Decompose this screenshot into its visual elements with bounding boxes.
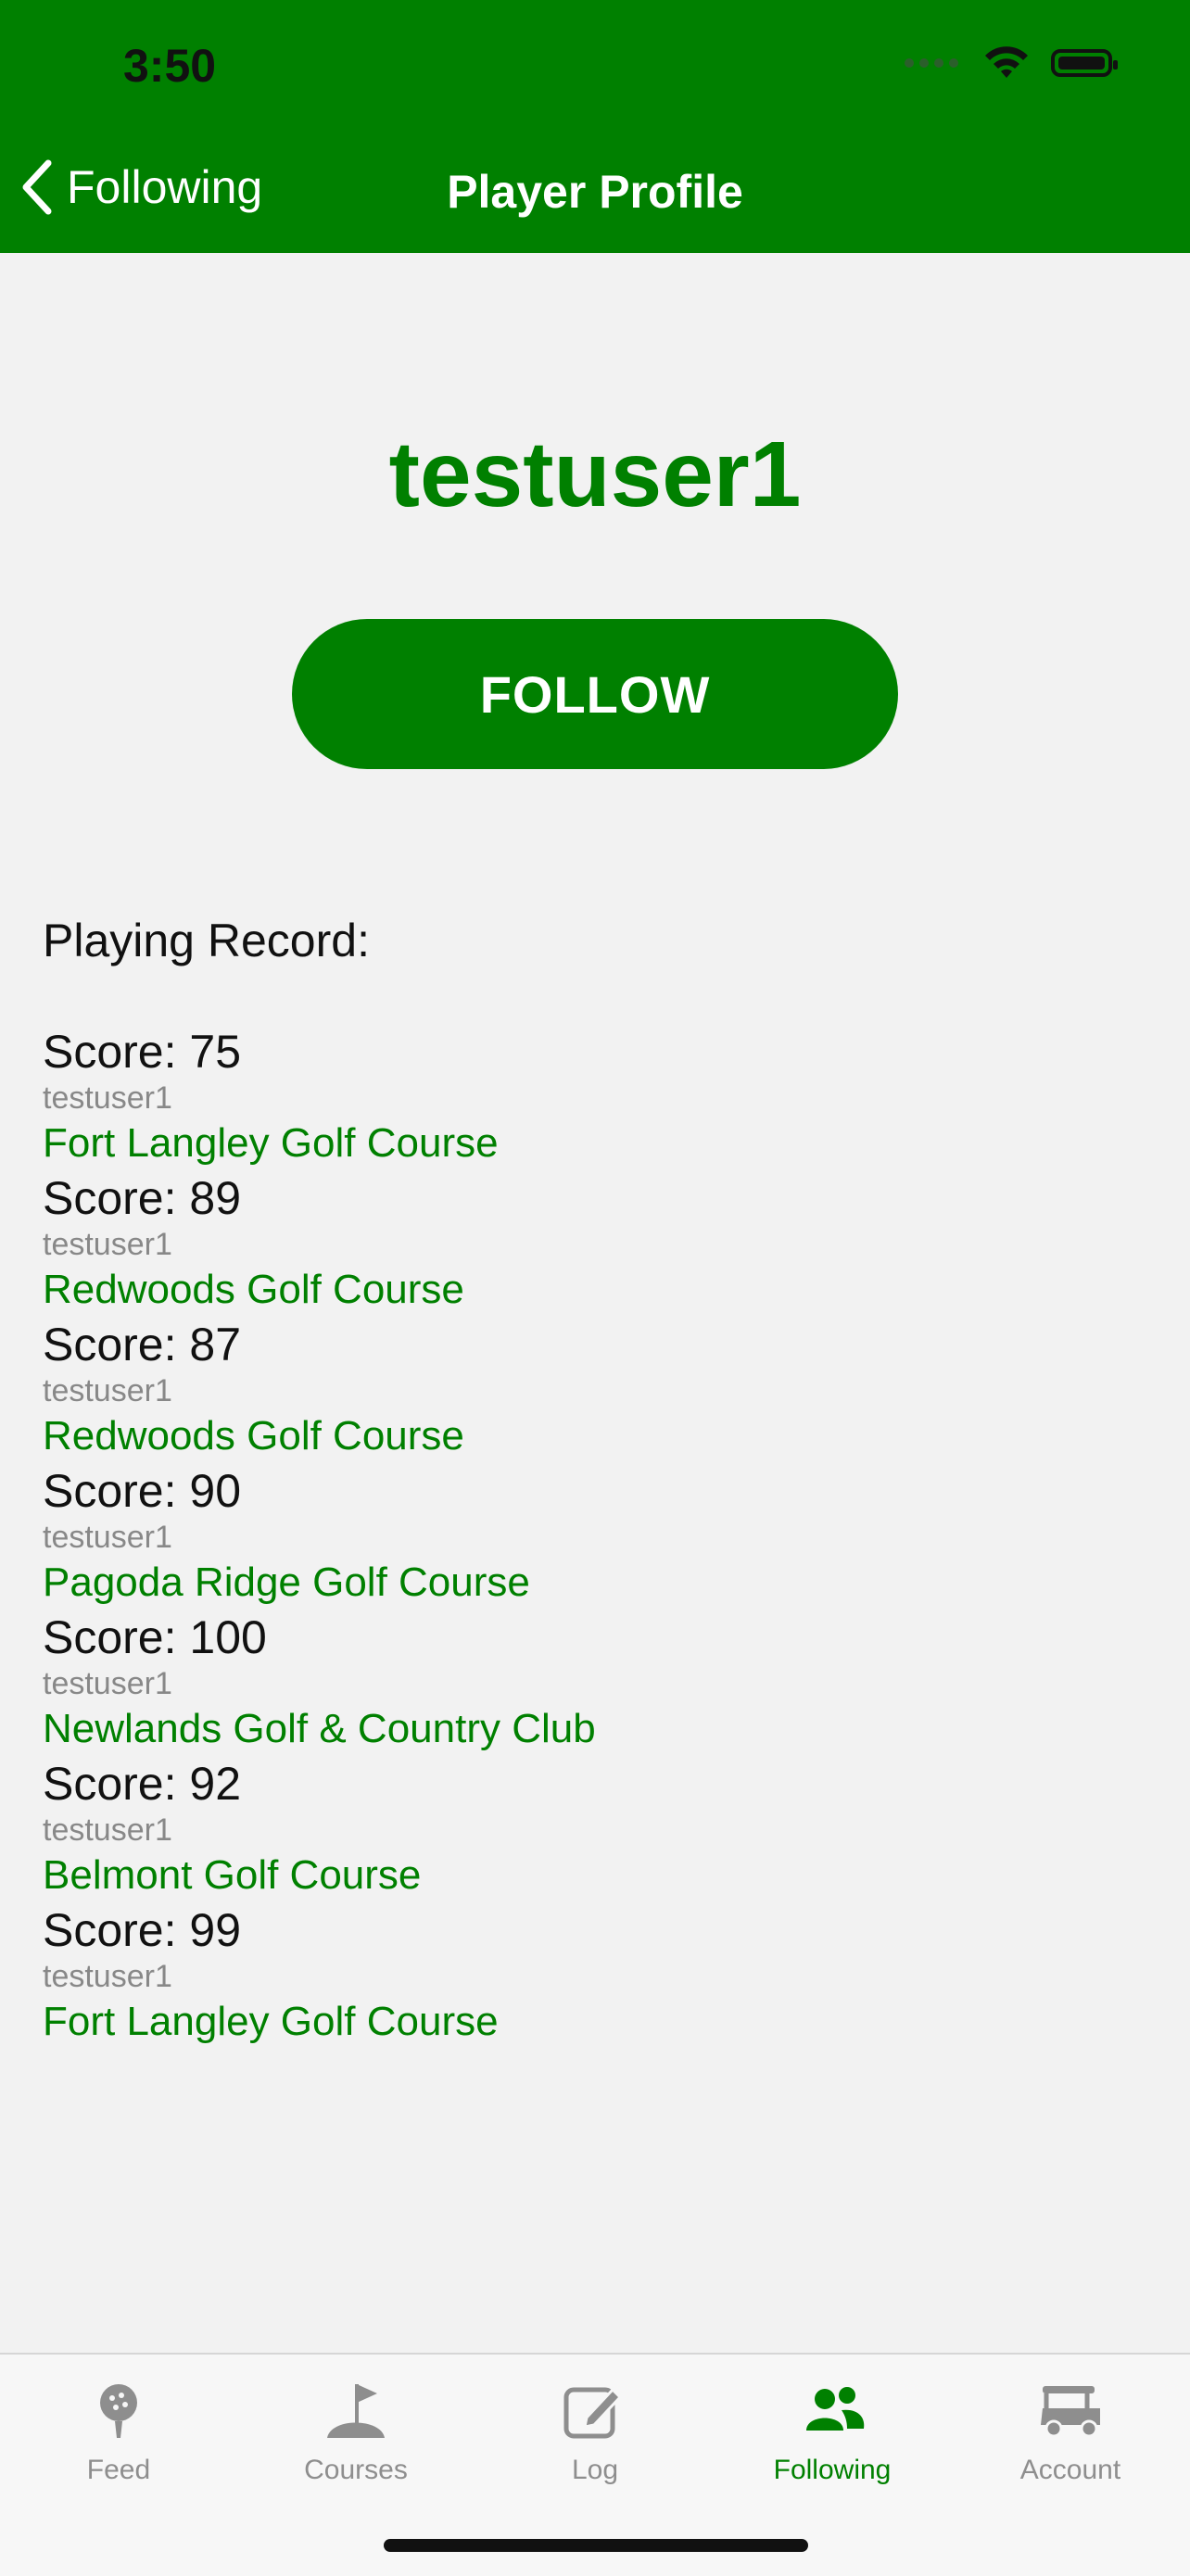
page-title: Player Profile <box>447 166 743 218</box>
course-link[interactable]: Newlands Golf & Country Club <box>43 1702 1062 1756</box>
score-text: Score: 87 <box>43 1319 242 1370</box>
score-text: Score: 90 <box>43 1465 242 1517</box>
course-link[interactable]: Fort Langley Golf Course <box>43 1117 1062 1170</box>
status-time: 3:50 <box>123 40 217 92</box>
nav-header: 3:50 Following Player Profile <box>0 0 1190 253</box>
course-link[interactable]: Fort Langley Golf Course <box>43 1995 1062 2049</box>
score-text: Score: 92 <box>43 1758 242 1810</box>
score-text: Score: 75 <box>43 1026 242 1078</box>
score-text: Score: 89 <box>43 1172 242 1224</box>
player-name: testuser1 <box>43 1080 172 1116</box>
tab-label: Courses <box>304 2455 408 2485</box>
player-name: testuser1 <box>43 1812 172 1848</box>
player-name: testuser1 <box>43 1520 172 1555</box>
course-link[interactable]: Redwoods Golf Course <box>43 1409 1062 1463</box>
wifi-icon <box>985 46 1028 78</box>
tab-log[interactable]: Log <box>502 2380 688 2486</box>
signal-icon <box>905 58 958 68</box>
record-entry: Score: 89 testuser1 Redwoods Golf Course <box>43 1170 1062 1317</box>
record-entry: Score: 100 testuser1 Newlands Golf & Cou… <box>43 1610 1062 1756</box>
tab-following[interactable]: Following <box>740 2380 925 2486</box>
profile-username: testuser1 <box>388 423 802 526</box>
record-entry: Score: 90 testuser1 Pagoda Ridge Golf Co… <box>43 1463 1062 1610</box>
tab-label: Following <box>773 2455 892 2485</box>
score-text: Score: 100 <box>43 1611 267 1663</box>
home-indicator <box>384 2539 808 2552</box>
record-entry: Score: 92 testuser1 Belmont Golf Course <box>43 1756 1062 1902</box>
status-icons <box>905 44 1118 82</box>
flag-icon <box>327 2384 385 2438</box>
record-entry: Score: 99 testuser1 Fort Langley Golf Co… <box>43 1902 1062 2049</box>
playing-record: Playing Record: Score: 75 testuser1 Fort… <box>43 913 1062 2049</box>
edit-icon <box>563 2387 623 2439</box>
tab-label: Account <box>1019 2455 1121 2485</box>
tab-feed[interactable]: Feed <box>26 2380 211 2486</box>
tab-label: Feed <box>86 2455 151 2485</box>
users-icon <box>806 2387 865 2431</box>
tab-label: Log <box>571 2455 619 2485</box>
course-link[interactable]: Belmont Golf Course <box>43 1849 1062 1902</box>
course-link[interactable]: Redwoods Golf Course <box>43 1263 1062 1317</box>
golf-cart-icon <box>1041 2386 1100 2438</box>
tab-account[interactable]: Account <box>978 2380 1163 2486</box>
golf-ball-tee-icon <box>100 2384 137 2438</box>
player-name: testuser1 <box>43 1959 172 1994</box>
battery-icon <box>1051 49 1118 77</box>
player-name: testuser1 <box>43 1227 172 1262</box>
course-link[interactable]: Pagoda Ridge Golf Course <box>43 1556 1062 1610</box>
tab-courses[interactable]: Courses <box>263 2380 449 2486</box>
score-text: Score: 99 <box>43 1904 242 1956</box>
record-heading: Playing Record: <box>43 915 370 966</box>
record-entry: Score: 75 testuser1 Fort Langley Golf Co… <box>43 1024 1062 1170</box>
player-name: testuser1 <box>43 1373 172 1408</box>
player-name: testuser1 <box>43 1666 172 1701</box>
record-entry: Score: 87 testuser1 Redwoods Golf Course <box>43 1317 1062 1463</box>
follow-button[interactable]: FOLLOW <box>292 619 898 769</box>
